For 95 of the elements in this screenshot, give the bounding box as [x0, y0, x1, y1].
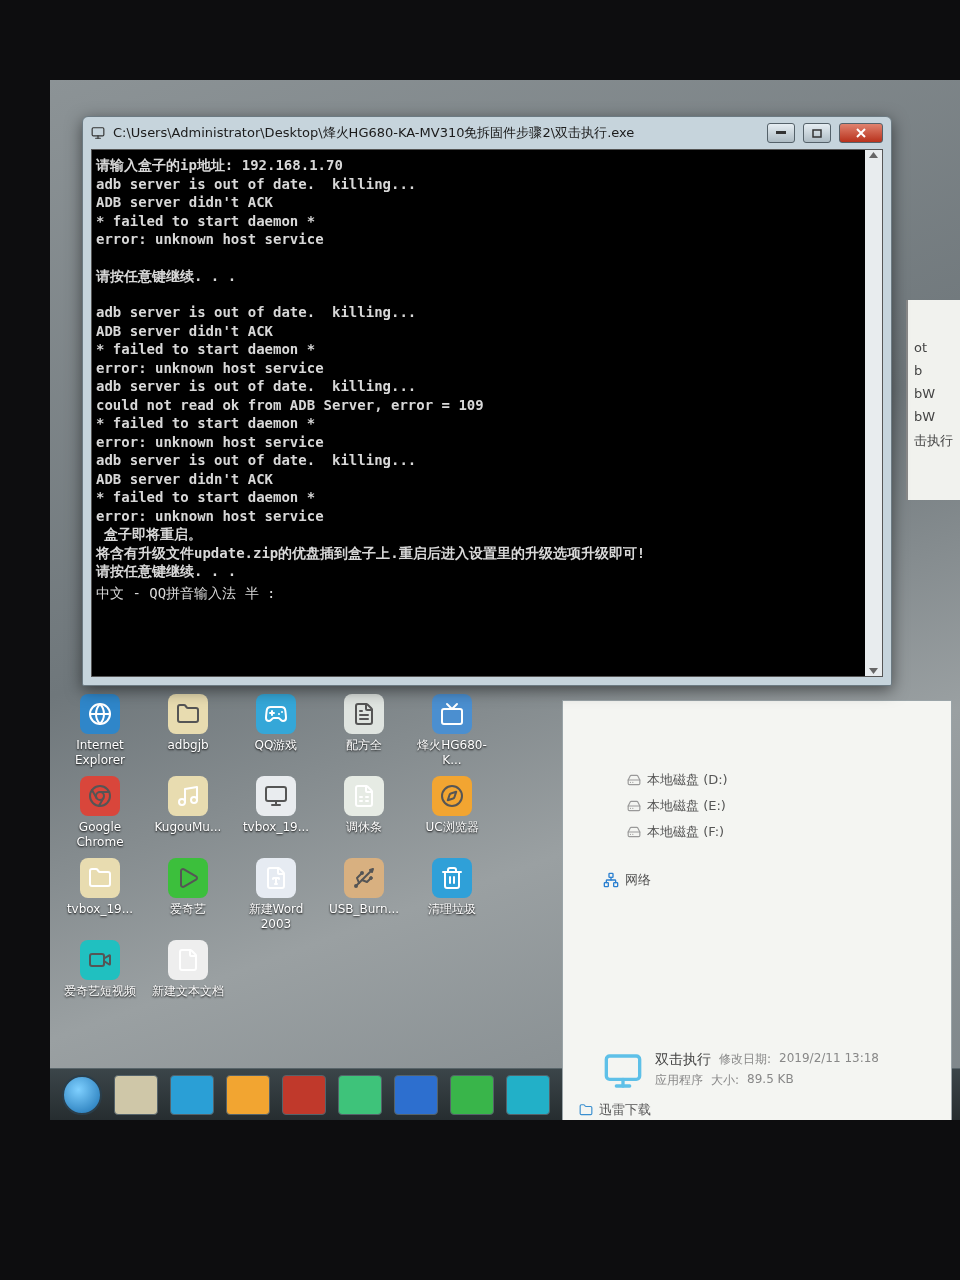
play-icon[interactable]	[168, 858, 208, 898]
console-line: error: unknown host service	[96, 432, 325, 451]
console-line: * failed to start daemon *	[96, 488, 317, 507]
start-button[interactable]	[62, 1074, 102, 1115]
close-icon	[856, 128, 866, 138]
icon-label: 新建Word 2003	[247, 902, 305, 932]
nav-item[interactable]: 网络	[603, 871, 951, 889]
console-line: error: unknown host service	[96, 230, 325, 249]
console-line: adb server is out of date. killing...	[96, 303, 418, 322]
console-line: could not read ok from ADB Server, error = 109	[96, 395, 485, 414]
icon-label: tvbox_19...	[241, 820, 311, 835]
taskbar-app-icon[interactable]	[506, 1074, 550, 1115]
console-line: ADB server didn't ACK	[96, 193, 274, 212]
console-line: error: unknown host service	[96, 358, 325, 377]
size-label: 大小:	[711, 1072, 740, 1089]
icon-label: UC浏览器	[424, 820, 480, 835]
video-icon[interactable]	[80, 940, 120, 980]
console-line: * failed to start daemon *	[96, 340, 317, 359]
drive-icon	[627, 825, 641, 839]
console-line: 将含有升级文件update.zip的优盘插到盒子上.重启后进入设置里的升级选项升级即可!	[96, 543, 647, 562]
maximize-button[interactable]	[803, 123, 831, 143]
file-icon[interactable]	[168, 940, 208, 980]
icon-label: Internet Explorer	[74, 738, 126, 768]
document-icon[interactable]	[256, 858, 296, 898]
console-line: 请输入盒子的ip地址: 192.168.1.70	[96, 156, 344, 175]
console-line: ADB server didn't ACK	[96, 321, 274, 340]
minimize-button[interactable]	[767, 123, 795, 143]
taskbar-app-icon[interactable]	[226, 1074, 270, 1115]
drive-icon	[627, 773, 641, 787]
window-icon[interactable]	[256, 776, 296, 816]
console-line: 请按任意键继续. . .	[96, 266, 238, 285]
console-line: * failed to start daemon *	[96, 211, 317, 230]
console-line: adb server is out of date. killing...	[96, 451, 418, 470]
icon-label: KugouMu...	[153, 820, 223, 835]
icon-label: Google Chrome	[75, 820, 125, 850]
nav-item[interactable]: 迅雷下载	[579, 1101, 951, 1119]
scrollbar[interactable]	[865, 150, 882, 676]
minimize-icon	[776, 131, 786, 135]
file-name: b	[914, 363, 924, 378]
file-name: ot	[914, 340, 929, 355]
console-line: ADB server didn't ACK	[96, 469, 274, 488]
modified-date: 2019/2/11 13:18	[779, 1051, 879, 1067]
folder-icon[interactable]	[168, 694, 208, 734]
nav-item[interactable]: 本地磁盘 (E:)	[627, 797, 951, 815]
compass-icon[interactable]	[432, 776, 472, 816]
taskbar-app-icon[interactable]	[450, 1074, 494, 1115]
icon-label: 配方全	[345, 738, 383, 753]
file-name: 击执行	[914, 432, 954, 450]
close-button[interactable]	[839, 123, 883, 143]
icon-label: 爱奇艺	[169, 902, 207, 917]
folder-icon[interactable]	[80, 858, 120, 898]
file-size: 89.5 KB	[747, 1072, 794, 1088]
trash-icon[interactable]	[432, 858, 472, 898]
browser-icon[interactable]	[80, 776, 120, 816]
tv-icon[interactable]	[432, 694, 472, 734]
console-line: adb server is out of date. killing...	[96, 377, 418, 396]
usb-icon[interactable]	[344, 858, 384, 898]
icon-label: adbgjb	[166, 738, 210, 753]
folder-icon	[579, 1103, 593, 1117]
icon-label: 爱奇艺短视频	[63, 984, 137, 999]
music-icon[interactable]	[168, 776, 208, 816]
file-name: bW	[914, 386, 937, 401]
file-name: 双击执行	[655, 1051, 711, 1069]
icon-label: 调休条	[345, 820, 383, 835]
network-icon	[603, 872, 619, 888]
spreadsheet-icon[interactable]	[344, 776, 384, 816]
file-type: 应用程序	[655, 1072, 703, 1089]
gamepad-icon[interactable]	[256, 694, 296, 734]
document-icon[interactable]	[344, 694, 384, 734]
drive-icon	[627, 799, 641, 813]
globe-icon[interactable]	[80, 694, 120, 734]
program-icon	[603, 1051, 643, 1091]
window-title: C:\Users\Administrator\Desktop\烽火HG680-KA-MV310免拆固件步骤2\双击执行.exe	[113, 124, 636, 142]
icon-label: 清理垃圾	[427, 902, 477, 917]
scroll-up-icon	[869, 152, 878, 158]
icon-label: QQ游戏	[253, 738, 299, 753]
nav-item[interactable]: 本地磁盘 (F:)	[627, 823, 951, 841]
icon-label: tvbox_19...	[65, 902, 135, 917]
console-icon	[91, 126, 105, 140]
icon-label: USB_Burn...	[327, 902, 401, 917]
icon-label: 新建文本文档	[151, 984, 225, 999]
file-name: bW	[914, 409, 937, 424]
console-line: 盒子即将重启。	[103, 525, 204, 544]
taskbar-app-icon[interactable]	[114, 1074, 158, 1115]
nav-item[interactable]: 本地磁盘 (D:)	[627, 771, 951, 789]
taskbar-app-icon[interactable]	[170, 1074, 214, 1115]
icon-label: 烽火HG680-K...	[416, 738, 488, 768]
console-line: * failed to start daemon *	[96, 414, 317, 433]
console-line: adb server is out of date. killing...	[96, 174, 418, 193]
scroll-down-icon	[869, 668, 878, 674]
taskbar-app-icon[interactable]	[338, 1074, 382, 1115]
maximize-icon	[812, 128, 822, 138]
modified-label: 修改日期:	[719, 1051, 772, 1068]
console-line: 请按任意键继续. . .	[96, 562, 238, 581]
console-line: error: unknown host service	[96, 506, 325, 525]
